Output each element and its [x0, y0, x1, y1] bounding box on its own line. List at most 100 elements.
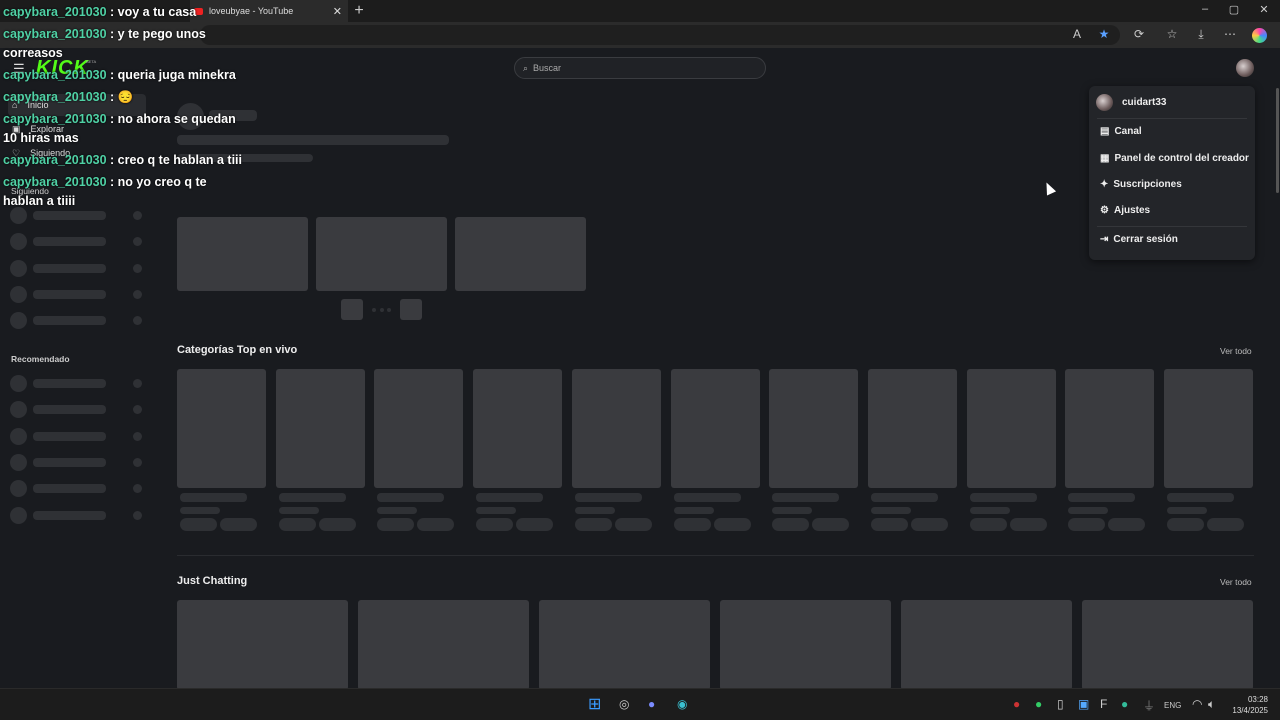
tray-app-icon[interactable]: ● [1013, 697, 1020, 711]
scrollbar[interactable] [1276, 88, 1279, 193]
stream-card [901, 600, 1072, 690]
category-card [867, 369, 957, 488]
carousel-card [316, 217, 447, 291]
skeleton-placeholder [772, 493, 840, 502]
skeleton-placeholder [1167, 493, 1234, 502]
date: 13/4/2025 [1232, 706, 1268, 715]
search-input[interactable]: ⌕ Buscar [514, 57, 766, 79]
menu-label: Canal [1114, 126, 1142, 137]
skeleton-placeholder [476, 518, 514, 531]
copilot-icon[interactable] [1252, 28, 1267, 43]
stream-card [539, 600, 710, 690]
favorite-star-icon[interactable]: ★ [1095, 27, 1113, 41]
skeleton-placeholder [574, 493, 642, 502]
skeleton-placeholder [10, 233, 27, 250]
wifi-icon[interactable]: ◠ [1192, 697, 1202, 711]
read-aloud-icon[interactable]: A [1068, 27, 1086, 41]
skeleton-placeholder [10, 286, 27, 303]
favorites-icon[interactable]: ☆ [1163, 27, 1181, 41]
maximize-button[interactable]: ▢ [1219, 3, 1249, 16]
new-tab-button[interactable]: + [350, 2, 368, 20]
carousel-card [177, 217, 308, 291]
skeleton-placeholder [33, 511, 106, 520]
menu-item-creator-dashboard[interactable]: ▦ Panel de control del creador [1100, 153, 1249, 164]
menu-label: Ajustes [1113, 205, 1151, 216]
chat-username: capybara_201030 [3, 175, 107, 189]
skeleton-placeholder [1108, 518, 1146, 531]
skeleton-placeholder [673, 507, 714, 514]
skeleton-placeholder [33, 316, 106, 325]
chat-text: : voy a tu casa [106, 5, 197, 19]
skeleton-placeholder [476, 507, 517, 514]
skeleton-placeholder [33, 379, 106, 388]
stream-card [1082, 600, 1253, 690]
menu-item-canal[interactable]: ▤ Canal [1100, 126, 1142, 137]
close-window-button[interactable]: ✕ [1249, 3, 1279, 16]
category-card [374, 369, 464, 488]
taskbar: ⊞ ◎ ● ◉ ● ● ▯ ▣ F ● ⏚ ENG ◠ 🔈︎ 03:28 13/4… [0, 688, 1280, 720]
usb-icon[interactable]: ▯ [1057, 697, 1064, 711]
menu-item-settings[interactable]: ⚙ Ajustes [1100, 205, 1150, 216]
carousel-prev-button [341, 299, 363, 320]
menu-label: Suscripciones [1113, 179, 1182, 190]
chat-username: capybara_201030 [3, 90, 107, 104]
chat-message: capybara_201030 : no yo creo q te hablan… [3, 173, 243, 211]
url-input[interactable] [200, 25, 1120, 45]
skeleton-placeholder [180, 493, 247, 502]
user-avatar-button[interactable] [1236, 59, 1254, 77]
tray-f-icon[interactable]: F [1100, 697, 1107, 711]
downloads-icon[interactable]: ⤓ [1192, 27, 1210, 42]
microphone-icon[interactable]: ⏚ [1143, 697, 1155, 714]
skeleton-placeholder [180, 518, 217, 531]
time: 03:28 [1247, 695, 1268, 704]
chat-username: capybara_201030 [3, 68, 107, 82]
skeleton-placeholder [1207, 518, 1244, 531]
skeleton-placeholder [772, 518, 810, 531]
language-indicator[interactable]: ENG [1164, 701, 1181, 710]
skeleton-placeholder [180, 507, 220, 514]
skeleton-placeholder [133, 511, 142, 520]
carousel-card [455, 217, 586, 291]
volume-icon[interactable]: 🔈︎ [1208, 697, 1215, 712]
tray-blue-icon[interactable]: ▣ [1078, 697, 1089, 711]
category-card [473, 369, 563, 488]
skeleton-placeholder [574, 518, 612, 531]
skeleton-placeholder [969, 518, 1007, 531]
skeleton-placeholder [33, 264, 106, 273]
menu-label: Cerrar sesión [1113, 234, 1178, 245]
stream-card [358, 600, 529, 690]
skeleton-placeholder [33, 405, 106, 414]
skeleton-placeholder [278, 507, 319, 514]
tab-close-button[interactable]: ✕ [333, 5, 342, 18]
minimize-button[interactable]: – [1190, 3, 1220, 15]
section-title: Just Chatting [177, 575, 248, 587]
chat-message: capybara_201030 : y te pego unos correas… [3, 25, 243, 63]
skeleton-placeholder [318, 518, 356, 531]
extensions-icon[interactable]: ⟳ [1130, 27, 1148, 41]
skeleton-placeholder [10, 480, 27, 497]
clock[interactable]: 03:28 13/4/2025 [1232, 694, 1268, 716]
discord-icon[interactable]: ● [648, 697, 655, 711]
tray-cloud-icon[interactable]: ● [1121, 697, 1128, 711]
skeleton-placeholder [133, 432, 142, 441]
menu-item-subscriptions[interactable]: ✦ Suscripciones [1100, 179, 1182, 190]
edge-icon[interactable]: ◉ [677, 697, 687, 711]
category-card [1164, 369, 1253, 488]
channel-icon: ▤ [1100, 126, 1110, 137]
skeleton-placeholder [614, 518, 652, 531]
search-icon: ⌕ [523, 62, 529, 73]
skeleton-placeholder [33, 237, 106, 246]
skeleton-placeholder [516, 518, 554, 531]
skeleton-placeholder [278, 518, 316, 531]
chrome-icon[interactable]: ◎ [619, 697, 629, 711]
tray-green-icon[interactable]: ● [1035, 697, 1042, 711]
skeleton-placeholder [133, 458, 142, 467]
skeleton-placeholder [133, 405, 142, 414]
logout-button[interactable]: ⇥ Cerrar sesión [1100, 234, 1178, 245]
see-all-link[interactable]: Ver todo [1220, 346, 1252, 356]
more-icon[interactable]: ⋯ [1221, 27, 1239, 41]
skeleton-placeholder [133, 484, 142, 493]
divider [177, 555, 1254, 556]
see-all-link[interactable]: Ver todo [1220, 577, 1252, 587]
windows-start-icon[interactable]: ⊞ [588, 694, 601, 714]
